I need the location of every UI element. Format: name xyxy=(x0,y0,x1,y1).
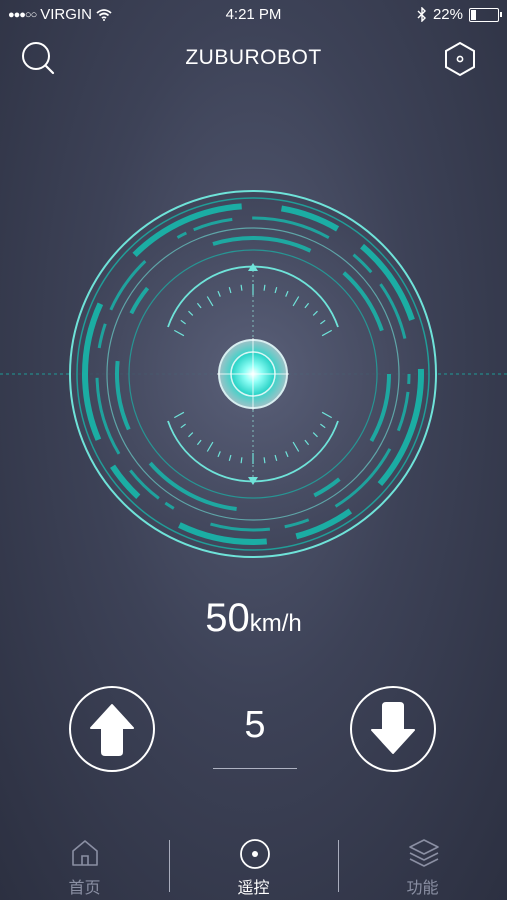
speed-down-button[interactable] xyxy=(350,686,436,772)
speed-up-button[interactable] xyxy=(69,686,155,772)
tab-bar: 首页 遥控 功能 xyxy=(0,826,507,900)
home-icon xyxy=(72,840,98,866)
speed-unit: km/h xyxy=(249,610,302,637)
status-right: 22% xyxy=(417,6,502,23)
tab-home[interactable]: 首页 xyxy=(0,826,169,900)
layers-icon xyxy=(409,839,439,867)
settings-button[interactable] xyxy=(441,40,479,78)
tab-functions-label: 功能 xyxy=(406,880,439,897)
gauge-tick xyxy=(240,457,243,464)
status-bar: ●●●○○ VIRGIN 4:21 PM 22% xyxy=(0,0,507,30)
gauge-tick xyxy=(263,284,266,291)
battery-percent: 22% xyxy=(432,6,463,23)
page-title: ZUBUROBOT xyxy=(185,46,322,69)
control-dial[interactable] xyxy=(0,185,507,565)
nav-bar: ZUBUROBOT xyxy=(0,38,507,78)
gauge-tick xyxy=(263,457,266,464)
speed-value: 50 xyxy=(205,596,250,640)
bluetooth-icon xyxy=(417,7,426,22)
battery-fill xyxy=(471,9,476,20)
tab-home-label: 首页 xyxy=(68,880,101,897)
arrow-down-icon xyxy=(371,702,415,754)
speed-readout: 50km/h xyxy=(0,596,507,641)
battery-icon xyxy=(469,7,502,22)
tab-remote-label: 遥控 xyxy=(237,880,270,897)
hexagon-settings-icon xyxy=(445,41,475,77)
tab-functions[interactable]: 功能 xyxy=(338,826,507,900)
gauge-tick xyxy=(240,284,243,291)
tab-remote[interactable]: 遥控 xyxy=(169,826,338,900)
level-underline xyxy=(213,768,297,769)
level-value[interactable]: 5 xyxy=(213,704,297,747)
arrow-up-icon xyxy=(90,704,134,756)
dial-graphic[interactable] xyxy=(0,185,507,565)
target-circle-icon xyxy=(240,839,270,869)
